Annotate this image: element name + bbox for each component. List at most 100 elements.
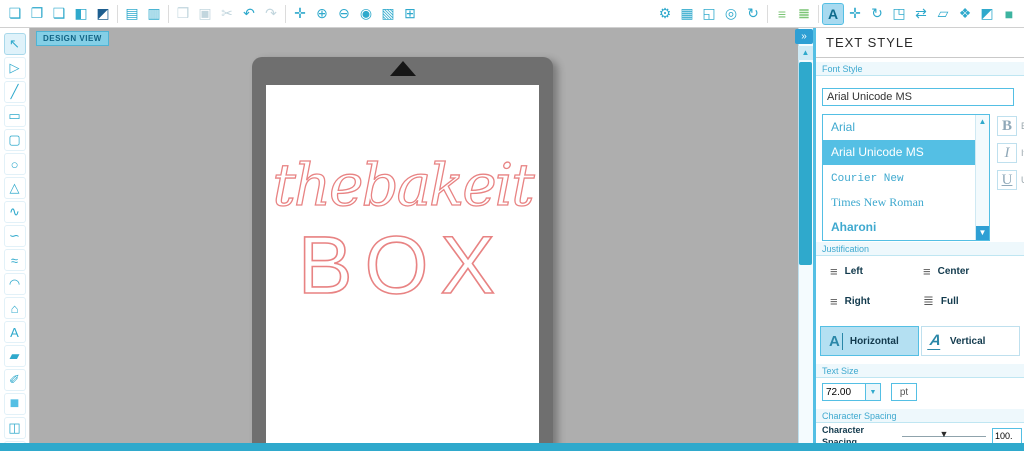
text-tool-icon[interactable]: A — [4, 321, 26, 343]
cut-icon[interactable]: ✂ — [216, 3, 238, 25]
justify-lines-icon: ≡ — [923, 264, 931, 279]
fit-to-page-icon[interactable]: ⊞ — [399, 3, 421, 25]
print-icon[interactable]: ▤ — [121, 3, 143, 25]
transform-icon[interactable]: ✛ — [844, 3, 866, 25]
scale-icon[interactable]: ◳ — [888, 3, 910, 25]
library-icon[interactable]: ◫ — [4, 417, 26, 439]
text-size-input[interactable] — [822, 383, 866, 401]
font-item-arial[interactable]: Arial — [823, 115, 989, 140]
design-page[interactable]: thebakeit BOX — [266, 85, 539, 443]
line-tool-icon[interactable]: ╱ — [4, 81, 26, 103]
select-tool-icon[interactable]: ↖ — [4, 33, 26, 55]
top-toolbar: ❏❐❑◧◩▤▥❒▣✂↶↷✛⊕⊖◉▧⊞ ⚙▦◱◎↻≡≣A✛↻◳⇄▱❖◩■ — [0, 0, 1024, 28]
font-list-scroll-down-icon[interactable]: ▼ — [976, 226, 989, 240]
italic-button[interactable]: I — [997, 143, 1017, 163]
cutting-mat: thebakeit BOX — [252, 57, 553, 443]
regular-polygon-tool-icon[interactable]: ⌂ — [4, 297, 26, 319]
justify-lines-icon: ≡ — [830, 264, 838, 279]
modify-icon[interactable]: ❖ — [954, 3, 976, 25]
line-style-icon[interactable]: ≡ — [771, 3, 793, 25]
zoom-selection-icon[interactable]: ◉ — [355, 3, 377, 25]
character-spacing-value-input[interactable] — [992, 428, 1022, 443]
eraser-tool-icon[interactable]: ▰ — [4, 345, 26, 367]
rotate-view-icon[interactable]: ↻ — [742, 3, 764, 25]
design-page-settings-icon[interactable]: ⚙ — [654, 3, 676, 25]
zoom-in-icon[interactable]: ⊕ — [311, 3, 333, 25]
justify-center-button[interactable]: ≡ Center — [923, 260, 1016, 282]
new-document-icon[interactable]: ❏ — [4, 3, 26, 25]
vertical-button[interactable]: A Vertical — [921, 326, 1020, 356]
knife-tool-icon[interactable]: ✐ — [4, 369, 26, 391]
undo-icon[interactable]: ↶ — [238, 3, 260, 25]
slider-thumb-icon[interactable]: ▼ — [940, 429, 949, 439]
scrollbar-thumb[interactable] — [799, 62, 812, 265]
text-size-dropdown-icon[interactable]: ▼ — [866, 383, 881, 401]
panel-expand-button[interactable]: » — [795, 29, 813, 44]
silhouette-studio-window: ❏❐❑◧◩▤▥❒▣✂↶↷✛⊕⊖◉▧⊞ ⚙▦◱◎↻≡≣A✛↻◳⇄▱❖◩■ ↖▷╱▭… — [0, 0, 1024, 451]
justify-full-button[interactable]: ≣ Full — [923, 290, 1016, 312]
freehand-tool-icon[interactable]: ∽ — [4, 225, 26, 247]
character-spacing-controls: Character Spacing ▼ — [822, 424, 1024, 443]
font-list-scrollbar[interactable]: ▲ ▼ — [975, 115, 989, 240]
open-icon[interactable]: ❐ — [26, 3, 48, 25]
text-size-controls: ▼ pt — [822, 383, 917, 401]
rectangle-tool-icon[interactable]: ▭ — [4, 105, 26, 127]
rotate-icon[interactable]: ↻ — [866, 3, 888, 25]
curve-tool-icon[interactable]: ∿ — [4, 201, 26, 223]
page-color-icon[interactable]: ■ — [4, 393, 26, 415]
text-style-icon[interactable]: A — [822, 3, 844, 25]
pan-icon[interactable]: ✛ — [289, 3, 311, 25]
font-item-times-new-roman[interactable]: Times New Roman — [823, 190, 989, 215]
font-item-aharoni[interactable]: Aharoni — [823, 215, 989, 240]
mat-orientation-arrow — [390, 61, 416, 76]
design-canvas[interactable]: DESIGN VIEW thebakeit BOX — [30, 28, 798, 443]
design-text-script[interactable]: thebakeit — [266, 151, 539, 219]
fill-style-icon[interactable]: ≣ — [793, 3, 815, 25]
character-spacing-section-header: Character Spacing — [816, 409, 1024, 423]
justification-options: ≡ Left ≡ Center ≡ Right ≣ Full — [830, 260, 1016, 312]
design-text-caps[interactable]: BOX — [266, 219, 539, 313]
arc-tool-icon[interactable]: ◠ — [4, 273, 26, 295]
pixscan-icon[interactable]: ■ — [998, 3, 1020, 25]
paste-icon[interactable]: ▣ — [194, 3, 216, 25]
trace-icon[interactable]: ◩ — [976, 3, 998, 25]
ellipse-tool-icon[interactable]: ○ — [4, 153, 26, 175]
character-spacing-slider[interactable]: ▼ — [902, 429, 986, 443]
merge-icon[interactable]: ❑ — [48, 3, 70, 25]
shear-icon[interactable]: ▱ — [932, 3, 954, 25]
smooth-freehand-tool-icon[interactable]: ≈ — [4, 249, 26, 271]
justification-section-header: Justification — [816, 242, 1024, 256]
scroll-up-button[interactable]: ▲ — [798, 46, 813, 60]
justify-right-button[interactable]: ≡ Right — [830, 290, 923, 312]
edit-points-tool-icon[interactable]: ▷ — [4, 57, 26, 79]
panel-title: TEXT STYLE — [816, 28, 1024, 58]
horizontal-button[interactable]: A Horizontal — [820, 326, 919, 356]
font-style-input[interactable] — [822, 88, 1014, 106]
drawing-tools-group: ↖▷╱▭▢○△∿∽≈◠⌂A▰✐ — [4, 32, 26, 392]
redo-icon[interactable]: ↷ — [260, 3, 282, 25]
registration-marks-icon[interactable]: ◱ — [698, 3, 720, 25]
text-orientation-options: A Horizontal A Vertical — [820, 326, 1020, 356]
copy-icon[interactable]: ❒ — [172, 3, 194, 25]
page-zoom-icon[interactable]: ◎ — [720, 3, 742, 25]
font-list-scroll-up-icon[interactable]: ▲ — [976, 115, 989, 128]
font-item-arial-unicode-ms[interactable]: Arial Unicode MS — [823, 140, 989, 165]
bottom-bar — [0, 443, 1024, 451]
orientation-a-icon: A — [927, 332, 946, 350]
justify-lines-icon: ≣ — [923, 293, 934, 309]
send-to-silhouette-icon[interactable]: ▥ — [143, 3, 165, 25]
save-icon[interactable]: ◧ — [70, 3, 92, 25]
font-list: Arial Arial Unicode MS Courier New Times… — [822, 114, 990, 241]
justify-left-button[interactable]: ≡ Left — [830, 260, 923, 282]
rounded-rectangle-tool-icon[interactable]: ▢ — [4, 129, 26, 151]
grid-settings-icon[interactable]: ▦ — [676, 3, 698, 25]
bold-button[interactable]: B — [997, 116, 1017, 136]
drag-zoom-icon[interactable]: ▧ — [377, 3, 399, 25]
save-to-library-icon[interactable]: ◩ — [92, 3, 114, 25]
mirror-icon[interactable]: ⇄ — [910, 3, 932, 25]
zoom-out-icon[interactable]: ⊖ — [333, 3, 355, 25]
polygon-tool-icon[interactable]: △ — [4, 177, 26, 199]
underline-button[interactable]: U — [997, 170, 1017, 190]
toolbar-design-group: ⚙▦◱◎↻≡≣A✛↻◳⇄▱❖◩■ — [654, 3, 1020, 25]
font-item-courier-new[interactable]: Courier New — [823, 165, 989, 190]
